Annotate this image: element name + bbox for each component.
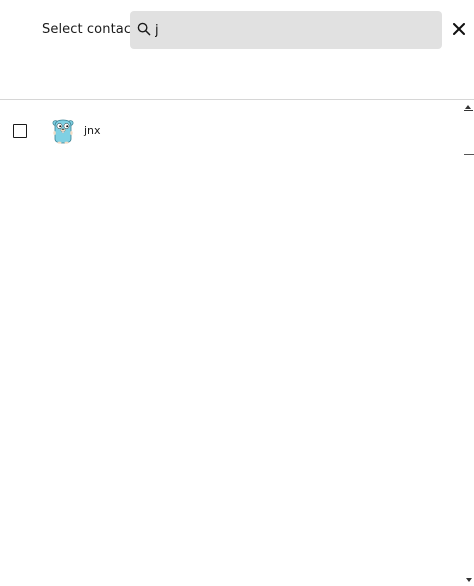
dialog-header: Select contacts <box>0 0 474 100</box>
search-icon <box>137 22 151 36</box>
scroll-down-arrow-icon[interactable] <box>466 578 472 582</box>
search-input[interactable] <box>155 20 425 40</box>
close-button[interactable] <box>449 19 469 39</box>
scroll-top-bar <box>464 110 473 111</box>
contact-checkbox[interactable] <box>13 124 27 138</box>
contact-name: jnx <box>84 124 101 137</box>
list-item[interactable]: jnx <box>0 101 462 161</box>
contact-list: jnx <box>0 101 462 586</box>
scrollbar[interactable] <box>462 101 474 586</box>
scroll-up-arrow-icon[interactable] <box>465 105 471 109</box>
search-box[interactable] <box>130 11 442 49</box>
close-icon <box>453 23 465 35</box>
page-title: Select contacts <box>42 22 144 37</box>
gopher-avatar-icon <box>52 119 74 144</box>
scroll-thumb[interactable] <box>464 154 474 155</box>
